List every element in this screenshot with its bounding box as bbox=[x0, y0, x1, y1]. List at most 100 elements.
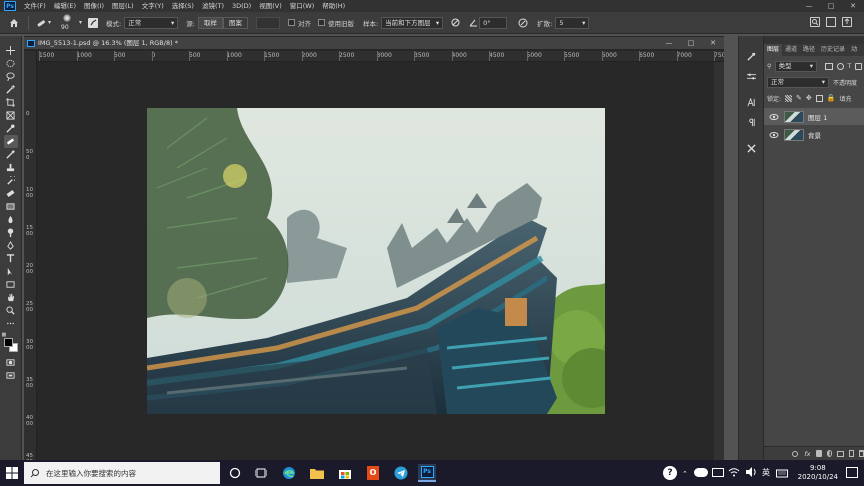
search-icon[interactable] bbox=[810, 17, 820, 27]
screen-mode-icon[interactable] bbox=[4, 369, 18, 382]
new-group-icon[interactable] bbox=[837, 450, 844, 457]
link-layers-icon[interactable] bbox=[792, 450, 799, 457]
layer-row[interactable]: 背景 bbox=[764, 126, 864, 143]
filter-pixel-icon[interactable] bbox=[825, 62, 833, 70]
brush-tool-icon[interactable] bbox=[4, 148, 18, 161]
menu-select[interactable]: 选择(S) bbox=[168, 0, 198, 12]
clone-stamp-tool-icon[interactable] bbox=[4, 161, 18, 174]
file-explorer-icon[interactable] bbox=[308, 464, 326, 482]
doc-close-icon[interactable]: ✕ bbox=[702, 37, 724, 50]
gradient-tool-icon[interactable] bbox=[4, 200, 18, 213]
share-icon[interactable] bbox=[842, 17, 852, 27]
brush-settings-panel-icon[interactable] bbox=[744, 46, 758, 66]
ime-indicator[interactable]: 英 bbox=[762, 467, 770, 478]
vertical-ruler[interactable]: 050010001500200025003000350040004500 bbox=[24, 51, 37, 465]
type-tool-icon[interactable] bbox=[4, 252, 18, 265]
tool-preset-chevron-icon[interactable]: ▾ bbox=[48, 19, 51, 26]
path-selection-tool-icon[interactable] bbox=[4, 265, 18, 278]
magic-wand-tool-icon[interactable] bbox=[4, 83, 18, 96]
brush-preview[interactable]: 90 bbox=[57, 13, 77, 33]
close-icon[interactable]: ✕ bbox=[842, 0, 864, 12]
brush-chevron-icon[interactable]: ▾ bbox=[79, 19, 82, 26]
foreground-color[interactable] bbox=[3, 338, 13, 347]
move-tool-icon[interactable] bbox=[4, 44, 18, 57]
menu-edit[interactable]: 编辑(E) bbox=[50, 0, 80, 12]
brush-settings-icon[interactable] bbox=[88, 17, 99, 28]
layer-name[interactable]: 背景 bbox=[808, 130, 821, 140]
cortana-icon[interactable] bbox=[226, 464, 244, 482]
workspace-icon[interactable] bbox=[826, 17, 836, 27]
history-brush-tool-icon[interactable] bbox=[4, 174, 18, 187]
layer-name[interactable]: 图层 1 bbox=[808, 112, 827, 122]
menu-window[interactable]: 窗口(W) bbox=[286, 0, 319, 12]
telegram-icon[interactable] bbox=[392, 464, 410, 482]
home-icon[interactable] bbox=[6, 15, 22, 31]
lock-all-icon[interactable]: 🔒 bbox=[827, 94, 836, 102]
tab-layers[interactable]: 图层 bbox=[764, 44, 783, 56]
healing-brush-tool-icon[interactable] bbox=[3, 135, 18, 148]
maximize-icon[interactable]: □ bbox=[820, 0, 842, 12]
delete-layer-icon[interactable] bbox=[859, 450, 864, 457]
mode-select[interactable]: 正常 ▾ bbox=[124, 16, 179, 29]
dodge-tool-icon[interactable] bbox=[4, 226, 18, 239]
pressure-size-icon[interactable] bbox=[517, 17, 529, 29]
filter-shape-icon[interactable] bbox=[855, 62, 862, 70]
windows-start-icon[interactable] bbox=[6, 467, 18, 479]
crop-tool-icon[interactable] bbox=[4, 96, 18, 109]
visibility-eye-icon[interactable] bbox=[769, 112, 779, 122]
edge-browser-icon[interactable] bbox=[280, 464, 298, 482]
new-adjustment-icon[interactable] bbox=[826, 450, 833, 457]
rectangle-tool-icon[interactable] bbox=[4, 278, 18, 291]
new-layer-icon[interactable] bbox=[848, 450, 855, 457]
taskbar-clock[interactable]: 9:08 2020/10/24 bbox=[798, 464, 838, 482]
canvas-photo[interactable] bbox=[147, 108, 605, 414]
volume-icon[interactable] bbox=[745, 466, 757, 478]
zoom-tool-icon[interactable] bbox=[4, 304, 18, 317]
menu-help[interactable]: 帮助(H) bbox=[318, 0, 349, 12]
tab-channels[interactable]: 通道 bbox=[782, 44, 800, 56]
menu-view[interactable]: 视图(V) bbox=[255, 0, 286, 12]
legacy-checkbox[interactable] bbox=[317, 19, 325, 26]
office-icon[interactable]: O bbox=[364, 464, 382, 482]
lasso-tool-icon[interactable] bbox=[4, 70, 18, 83]
horizontal-ruler[interactable]: 1500 1000 500 0 500 1000 1500 2000 2500 3000 3500 4… bbox=[37, 51, 724, 62]
more-tools-icon[interactable] bbox=[4, 317, 18, 330]
sample-select[interactable]: 当前和下方图层 ▾ bbox=[381, 16, 444, 29]
keyboard-icon[interactable] bbox=[776, 467, 788, 479]
diffusion-input[interactable]: 5 ▾ bbox=[555, 16, 590, 29]
menu-image[interactable]: 图像(I) bbox=[80, 0, 108, 12]
lock-artboard-icon[interactable] bbox=[815, 94, 823, 102]
document-tab[interactable]: IMG_5513-1.psd @ 16.3% (图层 1, RGB/8) * —… bbox=[24, 37, 724, 50]
taskbar-search-box[interactable]: 在这里输入你要搜索的内容 bbox=[24, 462, 220, 484]
menu-file[interactable]: 文件(F) bbox=[20, 0, 50, 12]
onedrive-icon[interactable] bbox=[694, 468, 708, 477]
visibility-eye-icon[interactable] bbox=[769, 130, 779, 140]
help-icon[interactable]: ? bbox=[663, 466, 677, 480]
lock-pixels-icon[interactable]: ✎ bbox=[796, 94, 802, 102]
add-mask-icon[interactable] bbox=[816, 450, 822, 457]
show-hidden-icons-icon[interactable]: ⌃ bbox=[682, 470, 688, 478]
tool-presets-panel-icon[interactable] bbox=[744, 138, 758, 158]
eyedropper-tool-icon[interactable] bbox=[4, 122, 18, 135]
doc-maximize-icon[interactable]: □ bbox=[680, 37, 702, 50]
task-view-icon[interactable] bbox=[252, 464, 270, 482]
spot-healing-brush-icon[interactable] bbox=[35, 17, 47, 29]
layer-row[interactable]: 图层 1 bbox=[764, 108, 864, 125]
angle-input[interactable]: 0° bbox=[479, 16, 508, 29]
network-icon[interactable] bbox=[712, 468, 724, 477]
wifi-icon[interactable] bbox=[728, 466, 740, 478]
lock-transparent-icon[interactable] bbox=[785, 94, 793, 102]
source-sample-button[interactable]: 取样 bbox=[197, 16, 223, 29]
fx-button[interactable]: fx bbox=[804, 450, 810, 458]
source-pattern-button[interactable]: 图案 bbox=[222, 16, 248, 29]
quick-mask-icon[interactable] bbox=[4, 356, 18, 369]
marquee-tool-icon[interactable] bbox=[4, 57, 18, 70]
character-panel-icon[interactable] bbox=[744, 92, 758, 112]
blend-mode-select[interactable]: 正常 ▾ bbox=[767, 76, 829, 88]
layer-kind-select[interactable]: 类型 ▾ bbox=[774, 60, 818, 72]
menu-3d[interactable]: 3D(D) bbox=[228, 0, 255, 12]
panel-header-bar[interactable] bbox=[764, 36, 864, 44]
ignore-adjustment-icon[interactable] bbox=[449, 17, 461, 29]
menu-type[interactable]: 文字(Y) bbox=[138, 0, 168, 12]
blur-tool-icon[interactable] bbox=[4, 213, 18, 226]
